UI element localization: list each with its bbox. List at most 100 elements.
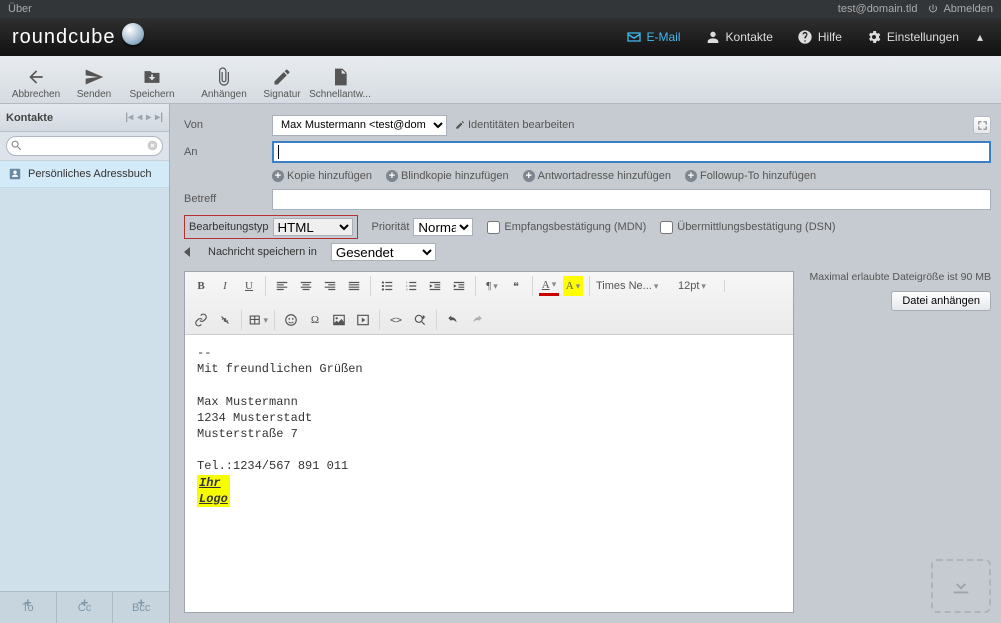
- app-logo: roundcube: [12, 26, 144, 49]
- signature-button[interactable]: Signatur: [254, 63, 310, 103]
- align-justify-button[interactable]: [344, 276, 364, 296]
- font-name-select[interactable]: Times Ne...: [596, 280, 666, 292]
- edit-identities-link[interactable]: Identitäten bearbeiten: [455, 119, 574, 131]
- max-filesize-label: Maximal erlaubte Dateigröße ist 90 MB: [806, 271, 991, 283]
- editor-type-label: Bearbeitungstyp: [189, 221, 269, 233]
- back-arrow-icon: [24, 67, 48, 87]
- mdn-label: Empfangsbestätigung (MDN): [504, 221, 646, 233]
- add-bcc-link[interactable]: +Blindkopie hinzufügen: [386, 170, 509, 182]
- expand-icon: [977, 120, 988, 131]
- table-button[interactable]: [248, 310, 268, 330]
- addressbook-icon: [8, 167, 22, 181]
- save-draft-button[interactable]: Speichern: [124, 63, 180, 103]
- add-replyto-link[interactable]: +Antwortadresse hinzufügen: [523, 170, 671, 182]
- outdent-button[interactable]: [425, 276, 445, 296]
- current-user: test@domain.tld: [838, 3, 918, 15]
- redo-button[interactable]: [467, 310, 487, 330]
- font-size-select[interactable]: 12pt: [678, 280, 718, 292]
- about-link[interactable]: Über: [8, 3, 32, 15]
- undo-button[interactable]: [443, 310, 463, 330]
- insert-bcc-button[interactable]: Bcc+: [113, 592, 169, 623]
- find-button[interactable]: [410, 310, 430, 330]
- plus-icon: +: [523, 170, 535, 182]
- cancel-button[interactable]: Abbrechen: [8, 63, 64, 103]
- editor-toolbar: B I U 123: [185, 272, 793, 335]
- subject-input[interactable]: [272, 189, 991, 210]
- paperclip-icon: [212, 67, 236, 87]
- gear-icon: [866, 29, 882, 45]
- help-icon: [797, 29, 813, 45]
- code-button[interactable]: <>: [386, 310, 406, 330]
- add-followup-link[interactable]: +Followup-To hinzufügen: [685, 170, 816, 182]
- bold-button[interactable]: B: [191, 276, 211, 296]
- align-center-button[interactable]: [296, 276, 316, 296]
- nav-more[interactable]: ▴: [971, 18, 989, 56]
- document-icon: [328, 67, 352, 87]
- nav-contacts[interactable]: Kontakte: [693, 18, 785, 56]
- dropzone[interactable]: [931, 559, 991, 613]
- send-button[interactable]: Senden: [66, 63, 122, 103]
- plus-icon: +: [272, 170, 284, 182]
- logout-link[interactable]: Abmelden: [927, 3, 993, 15]
- pen-icon: [455, 120, 465, 130]
- contacts-search-input[interactable]: [6, 136, 163, 156]
- add-cc-link[interactable]: +Kopie hinzufügen: [272, 170, 372, 182]
- italic-button[interactable]: I: [215, 276, 235, 296]
- download-icon: [950, 575, 972, 597]
- attach-button[interactable]: Anhängen: [196, 63, 252, 103]
- signature-pen-icon: [270, 67, 294, 87]
- save-folder-icon: [140, 67, 164, 87]
- emoji-button[interactable]: [281, 310, 301, 330]
- unlink-button[interactable]: [215, 310, 235, 330]
- send-icon: [82, 67, 106, 87]
- clear-search-icon[interactable]: [146, 139, 159, 155]
- pager-next-icon[interactable]: ▸: [146, 112, 151, 123]
- dsn-label: Übermittlungsbestätigung (DSN): [677, 221, 835, 233]
- pager-last-icon[interactable]: ▸|: [155, 112, 163, 123]
- nav-help[interactable]: Hilfe: [785, 18, 854, 56]
- person-icon: [705, 29, 721, 45]
- textcolor-button[interactable]: A: [539, 276, 559, 296]
- bgcolor-button[interactable]: A: [563, 276, 583, 296]
- addressbook-personal[interactable]: Persönliches Adressbuch: [0, 161, 169, 188]
- nav-settings[interactable]: Einstellungen: [854, 18, 971, 56]
- from-label: Von: [184, 119, 272, 131]
- attach-file-button[interactable]: Datei anhängen: [891, 291, 991, 311]
- mdn-checkbox[interactable]: [487, 221, 500, 234]
- blockquote-button[interactable]: ❝: [506, 276, 526, 296]
- media-button[interactable]: [353, 310, 373, 330]
- nav-mail[interactable]: E-Mail: [614, 18, 693, 56]
- plus-icon: +: [685, 170, 697, 182]
- paragraph-button[interactable]: ¶: [482, 276, 502, 296]
- editor-type-group: Bearbeitungstyp HTML: [184, 215, 358, 239]
- from-select[interactable]: Max Mustermann <test@domain.tld>: [272, 115, 447, 136]
- mail-icon: [626, 29, 642, 45]
- dsn-checkbox[interactable]: [660, 221, 673, 234]
- ul-button[interactable]: [377, 276, 397, 296]
- editor-type-select[interactable]: HTML: [273, 218, 353, 236]
- pager[interactable]: |◂ ◂ ▸ ▸|: [125, 112, 163, 123]
- align-left-button[interactable]: [272, 276, 292, 296]
- specialchar-button[interactable]: Ω: [305, 310, 325, 330]
- save-in-select[interactable]: Gesendet: [331, 243, 436, 261]
- toggle-options-icon[interactable]: [184, 247, 190, 257]
- to-input[interactable]: [272, 141, 991, 163]
- subject-label: Betreff: [184, 193, 272, 205]
- priority-select[interactable]: Normal: [413, 218, 473, 236]
- underline-button[interactable]: U: [239, 276, 259, 296]
- sidebar-title: Kontakte: [6, 112, 53, 124]
- image-button[interactable]: [329, 310, 349, 330]
- ol-button[interactable]: 123: [401, 276, 421, 296]
- insert-to-button[interactable]: To+: [0, 592, 57, 623]
- expand-headers-button[interactable]: [973, 116, 991, 134]
- link-button[interactable]: [191, 310, 211, 330]
- align-right-button[interactable]: [320, 276, 340, 296]
- save-in-label: Nachricht speichern in: [208, 246, 317, 258]
- logo-placeholder: IhrLogo: [197, 475, 230, 507]
- indent-button[interactable]: [449, 276, 469, 296]
- pager-first-icon[interactable]: |◂: [125, 112, 133, 123]
- pager-prev-icon[interactable]: ◂: [137, 112, 142, 123]
- message-body[interactable]: -- Mit freundlichen Grüßen Max Musterman…: [185, 335, 793, 612]
- responses-button[interactable]: Schnellantw...: [312, 63, 368, 103]
- insert-cc-button[interactable]: Cc+: [57, 592, 114, 623]
